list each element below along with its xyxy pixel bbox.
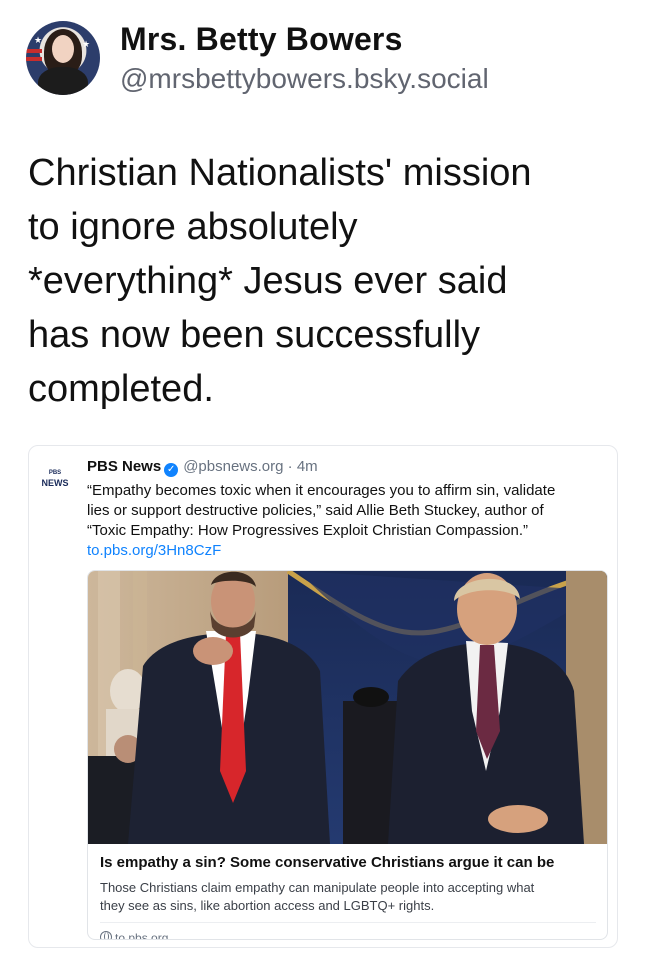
post-text-line: *everything* Jesus ever said <box>28 260 508 302</box>
avatar-face <box>52 35 74 63</box>
handle[interactable]: @mrsbettybowers.bsky.social <box>120 62 489 96</box>
avatar-body <box>38 67 88 95</box>
link-description-line: they see as sins, like abortion access a… <box>100 898 435 913</box>
link-description: Those Christians claim empathy can manip… <box>100 879 596 915</box>
quoted-link[interactable]: to.pbs.org/3Hn8CzF <box>87 541 607 561</box>
dot-separator: · <box>287 458 293 475</box>
link-domain[interactable]: to.pbs.org <box>115 931 168 939</box>
logo-bottom: NEWS <box>41 478 69 488</box>
quoted-text-line: “Toxic Empathy: How Progressives Exploit… <box>87 522 528 539</box>
clasped-hands <box>488 805 548 833</box>
hand-on-chest <box>193 637 233 665</box>
quoted-author[interactable]: PBS News <box>87 458 161 475</box>
quoted-text-line: “Empathy becomes toxic when it encourage… <box>87 482 556 499</box>
hat <box>353 687 389 707</box>
globe-icon <box>100 931 112 939</box>
post-text-line: has now been successfully <box>28 314 481 356</box>
quoted-text: “Empathy becomes toxic when it encourage… <box>87 481 607 561</box>
quoted-time: 4m <box>296 458 318 475</box>
quoted-handle[interactable]: @pbsnews.org <box>183 458 283 475</box>
pbs-news-logo[interactable]: PBS NEWS <box>37 461 73 497</box>
post-text-line: Christian Nationalists' mission <box>28 152 532 194</box>
author-block: Mrs. Betty Bowers @mrsbettybowers.bsky.s… <box>120 20 489 96</box>
link-domain-row: to.pbs.org <box>100 931 596 939</box>
flag-stripe <box>26 49 42 53</box>
link-title[interactable]: Is empathy a sin? Some conservative Chri… <box>100 853 596 872</box>
quoted-post[interactable]: PBS NEWS PBS News ✓ @pbsnews.org · 4m “Emp… <box>28 445 618 948</box>
post-text: Christian Nationalists' mission to ignor… <box>28 146 628 416</box>
link-preview-card[interactable]: Is empathy a sin? Some conservative Chri… <box>87 570 608 940</box>
link-preview-body: Is empathy a sin? Some conservative Chri… <box>100 853 596 939</box>
post-header: ★ ★ Mrs. Betty Bowers @mrsbettybowers.bs… <box>26 20 489 96</box>
link-description-line: Those Christians claim empathy can manip… <box>100 880 535 895</box>
star-icon: ★ <box>82 39 91 49</box>
quoted-text-line: lies or support destructive policies,” s… <box>87 502 544 519</box>
logo-top: PBS <box>48 470 62 476</box>
photo <box>88 571 607 844</box>
divider <box>100 922 596 923</box>
quoted-header: PBS News ✓ @pbsnews.org · 4m <box>87 458 318 477</box>
star-icon: ★ <box>34 35 43 45</box>
display-name[interactable]: Mrs. Betty Bowers <box>120 20 489 58</box>
avatar[interactable]: ★ ★ <box>26 21 100 95</box>
link-preview-image[interactable] <box>88 571 607 844</box>
post-text-line: completed. <box>28 368 214 410</box>
post-text-line: to ignore absolutely <box>28 206 358 248</box>
flag-stripe <box>26 57 42 61</box>
verified-badge-icon: ✓ <box>164 463 179 477</box>
